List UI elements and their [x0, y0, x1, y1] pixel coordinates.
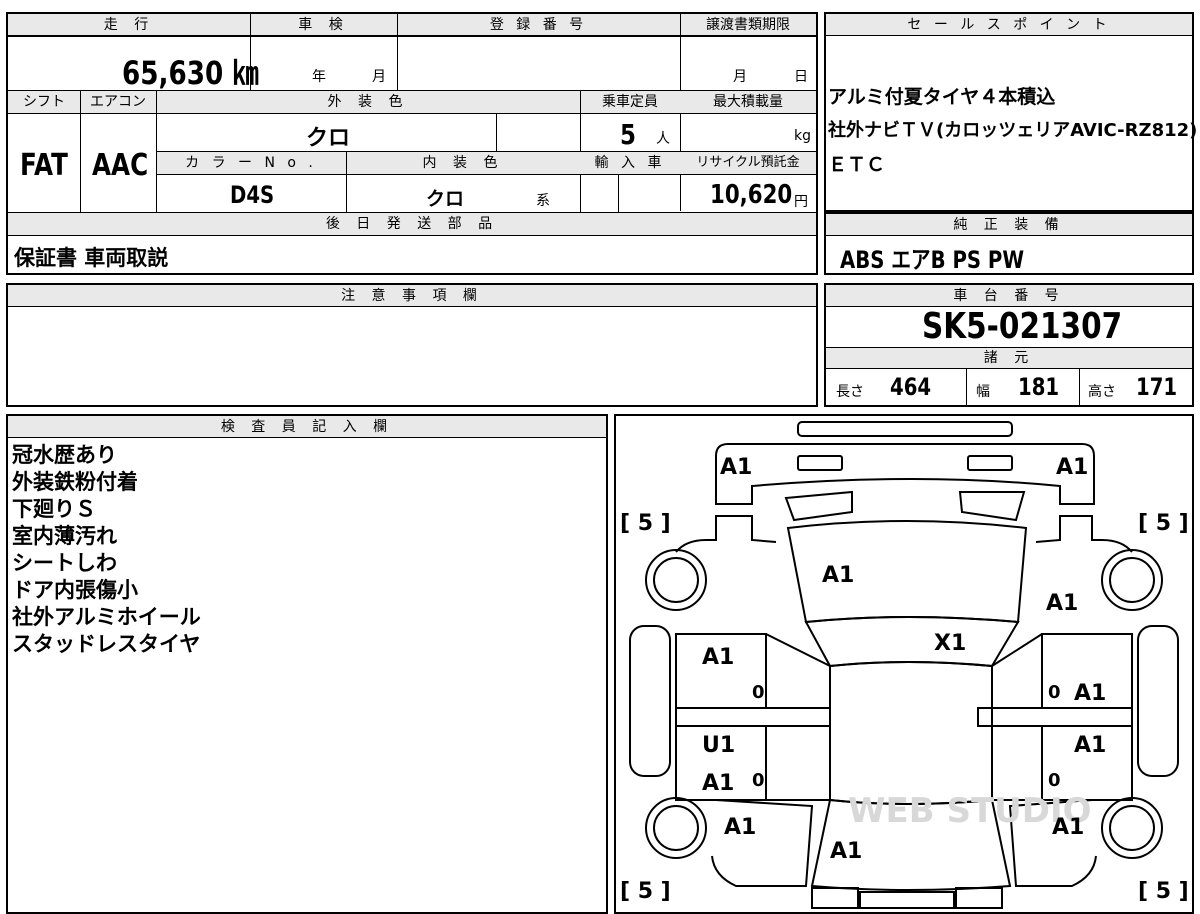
- tread-depth-rl: [ 5 ]: [620, 879, 671, 904]
- capacity-label: 乗車定員: [602, 94, 658, 110]
- sales-point-line: ＥＴＣ: [828, 154, 886, 176]
- sales-points-label: セ ー ル ス ポ イ ン ト: [907, 17, 1111, 33]
- capacity-value: 5: [620, 118, 636, 151]
- car-diagram: WEB STUDIO [ 5 ] [ 5 ] [ 5 ] [ 5 ] A1 A1…: [620, 421, 1189, 909]
- inspector-label: 検 査 員 記 入 欄: [220, 419, 394, 435]
- recycle-unit: 円: [794, 194, 808, 210]
- inspector-box: 検 査 員 記 入 欄 冠水歴あり 外装鉄粉付着 下廻りＳ 室内薄汚れ シートし…: [6, 414, 608, 914]
- width-value: 181: [1018, 373, 1060, 401]
- chassis-label: 車 台 番 号: [953, 288, 1065, 304]
- inspector-note: 社外アルミホイール: [12, 605, 201, 629]
- shift-label: シフト: [23, 94, 65, 110]
- damage-rear-fender-right: A1: [1052, 815, 1084, 840]
- tread-depth-fl: [ 5 ]: [620, 511, 671, 536]
- damage-fender-right: A1: [1046, 591, 1078, 616]
- inspector-notes-list: 冠水歴あり 外装鉄粉付着 下廻りＳ 室内薄汚れ シートしわ ドア内張傷小 社外ア…: [12, 442, 201, 658]
- inspector-note: 室内薄汚れ: [12, 524, 117, 548]
- height-value: 171: [1136, 373, 1178, 401]
- door-marker-zero: 0: [1048, 770, 1061, 791]
- damage-rear-fender-left: A1: [724, 815, 756, 840]
- interior-color-label: 内 装 色: [422, 155, 504, 171]
- tread-depth-fr: [ 5 ]: [1138, 511, 1189, 536]
- damage-rear-door-right: A1: [1074, 733, 1106, 758]
- length-label: 長さ: [836, 384, 864, 400]
- door-marker-zero: 0: [752, 682, 765, 703]
- inspection-label: 車 検: [298, 17, 349, 33]
- notes-label: 注 意 事 項 欄: [341, 288, 483, 304]
- ac-value: AAC: [92, 148, 149, 183]
- damage-bumper-right: A1: [1056, 455, 1088, 480]
- exterior-color-value: クロ: [306, 126, 351, 151]
- shift-value: FAT: [20, 148, 68, 183]
- headlight-left: [797, 455, 843, 471]
- damage-rear-door-left-2: A1: [702, 771, 734, 796]
- door-marker-zero: 0: [1048, 682, 1061, 703]
- later-parts-label: 後 日 発 送 部 品: [325, 216, 499, 232]
- sales-point-line: 社外ナビＴＶ(カロッツェリアAVIC-RZ812): [828, 120, 1198, 141]
- sales-point-line: アルミ付夏タイヤ４本積込: [828, 86, 1056, 108]
- damage-rear-door-left-1: U1: [702, 733, 735, 758]
- max-load-label: 最大積載量: [713, 94, 783, 110]
- color-no-value: D4S: [230, 181, 275, 209]
- headlight-right: [967, 455, 1013, 471]
- damage-bumper-left: A1: [720, 455, 752, 480]
- exterior-color-label: 外 装 色: [327, 94, 409, 110]
- notes-box: 注 意 事 項 欄: [6, 283, 818, 407]
- inspector-note: 冠水歴あり: [12, 443, 117, 467]
- transfer-deadline-label: 譲渡書類期限: [706, 17, 790, 33]
- inspection-month: 月: [372, 69, 386, 85]
- color-no-label: カ ラ ー N o .: [185, 155, 317, 171]
- damage-diagram-box: WEB STUDIO [ 5 ] [ 5 ] [ 5 ] [ 5 ] A1 A1…: [614, 414, 1194, 914]
- inspector-note: シートしわ: [12, 551, 117, 575]
- inspector-note: 下廻りＳ: [12, 497, 96, 521]
- front-section: [715, 443, 1095, 505]
- door-marker-zero: 0: [752, 770, 765, 791]
- interior-color-suffix: 系: [536, 193, 550, 209]
- recycle-value: 10,620: [710, 180, 793, 210]
- ac-label: エアコン: [90, 94, 146, 110]
- chassis-number: SK5-021307: [922, 306, 1123, 347]
- spec-table: 走 行 車 検 登 録 番 号 譲渡書類期限 65,630 ㎞ 年 月 月 日 …: [6, 12, 818, 275]
- tread-depth-rr: [ 5 ]: [1138, 879, 1189, 904]
- width-label: 幅: [976, 384, 990, 400]
- transfer-month: 月: [733, 69, 747, 85]
- damage-front-door-left: A1: [702, 645, 734, 670]
- later-parts-value: 保証書 車両取説: [14, 246, 169, 270]
- registration-label: 登 録 番 号: [489, 17, 588, 33]
- equipment-label: 純 正 装 備: [953, 217, 1065, 233]
- inspector-note: ドア内張傷小: [12, 578, 138, 602]
- mileage-label: 走 行: [103, 17, 155, 33]
- windshield: [804, 616, 1020, 668]
- roof: [829, 661, 993, 805]
- height-label: 高さ: [1088, 384, 1116, 400]
- recycle-label: リサイクル預託金: [696, 155, 800, 170]
- dims-label: 諸 元: [983, 350, 1035, 366]
- equipment-box: 純 正 装 備 ABS エアB PS PW: [824, 212, 1194, 275]
- front-bumper-strip: [797, 421, 1013, 437]
- length-value: 464: [890, 373, 932, 401]
- max-load-unit: kg: [794, 128, 811, 144]
- mileage-value: 65,630 ㎞: [122, 54, 259, 92]
- damage-rear-glass: A1: [830, 839, 862, 864]
- equipment-value: ABS エアB PS PW: [840, 246, 1025, 274]
- inspector-note: 外装鉄粉付着: [12, 470, 138, 494]
- interior-color-value: クロ: [426, 188, 465, 210]
- sales-points-box: セ ー ル ス ポ イ ン ト アルミ付夏タイヤ４本積込 社外ナビＴＶ(カロッツ…: [824, 12, 1198, 212]
- damage-windshield: X1: [934, 631, 966, 656]
- chassis-box: 車 台 番 号 SK5-021307 諸 元 長さ 464 幅 181 高さ 1…: [824, 283, 1194, 407]
- damage-front-door-right: A1: [1074, 681, 1106, 706]
- transfer-day: 日: [794, 69, 808, 85]
- inspection-year: 年: [312, 69, 326, 85]
- capacity-unit: 人: [656, 131, 670, 147]
- damage-hood: A1: [822, 563, 854, 588]
- import-label: 輸 入 車: [594, 155, 666, 171]
- inspector-note: スタッドレスタイヤ: [12, 632, 201, 656]
